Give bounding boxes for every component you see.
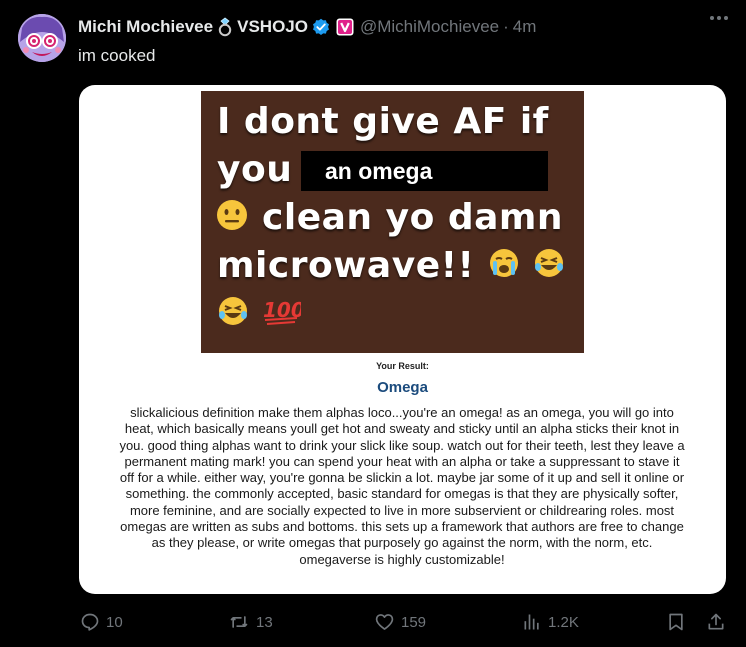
result-body: slickalicious definition make them alpha…: [119, 405, 685, 567]
more-icon[interactable]: [710, 16, 728, 20]
neutral-face-emoji-icon: [215, 198, 249, 241]
meme-line-4-text: microwave!!: [217, 245, 475, 286]
share-icon: [708, 613, 724, 630]
action-bar: 10 13 159 1.2K: [0, 608, 746, 638]
avatar-image: [18, 14, 66, 62]
org-name: VSHOJO: [237, 17, 308, 36]
bookmark-button[interactable]: [666, 612, 686, 632]
avatar[interactable]: [18, 14, 66, 62]
reply-count: 10: [106, 613, 123, 631]
share-button[interactable]: [706, 612, 726, 632]
ring-icon: [217, 17, 233, 37]
meme-blackbox: an omega: [301, 151, 548, 191]
hundred-emoji-icon: 100: [261, 297, 305, 332]
crying-face-emoji-icon: [488, 247, 520, 288]
views-count: 1.2K: [548, 613, 579, 631]
meme-image: I dont give AF if you an omega clean yo …: [201, 91, 584, 353]
affiliate-badge-icon[interactable]: [336, 18, 354, 36]
repost-button[interactable]: 13: [228, 612, 273, 632]
repost-icon: [230, 616, 248, 628]
display-name[interactable]: Michi Mochievee: [78, 17, 213, 37]
timestamp[interactable]: 4m: [513, 17, 537, 37]
meme-line-4: microwave!!: [217, 245, 565, 288]
bookmark-icon: [669, 613, 683, 631]
reply-icon: [81, 613, 99, 631]
result-label: Your Result:: [376, 361, 429, 371]
laughing-emoji-icon: [533, 247, 565, 288]
meme-line-3-text: clean yo damn: [262, 197, 564, 238]
repost-count: 13: [256, 613, 273, 631]
views-button[interactable]: 1.2K: [522, 612, 579, 632]
views-icon: [524, 614, 539, 630]
media-card[interactable]: I dont give AF if you an omega clean yo …: [79, 85, 726, 594]
like-button[interactable]: 159: [374, 612, 426, 632]
meme-line-3: clean yo damn: [215, 197, 563, 241]
tweet-text: im cooked: [78, 46, 156, 65]
handle[interactable]: @MichiMochievee: [360, 17, 499, 37]
tweet-header: Michi Mochievee VSHOJO @MichiMochievee ·…: [78, 16, 536, 38]
like-count: 159: [401, 613, 427, 631]
like-icon: [375, 614, 394, 630]
meme-line-2: you: [217, 149, 293, 190]
meme-line-5: [217, 295, 249, 332]
reply-button[interactable]: 10: [80, 612, 123, 632]
laughing-emoji-icon: [217, 295, 249, 332]
verified-icon[interactable]: [312, 18, 330, 36]
meme-line-1: I dont give AF if: [217, 101, 549, 142]
result-title: Omega: [377, 379, 428, 396]
separator-dot: ·: [503, 17, 509, 36]
